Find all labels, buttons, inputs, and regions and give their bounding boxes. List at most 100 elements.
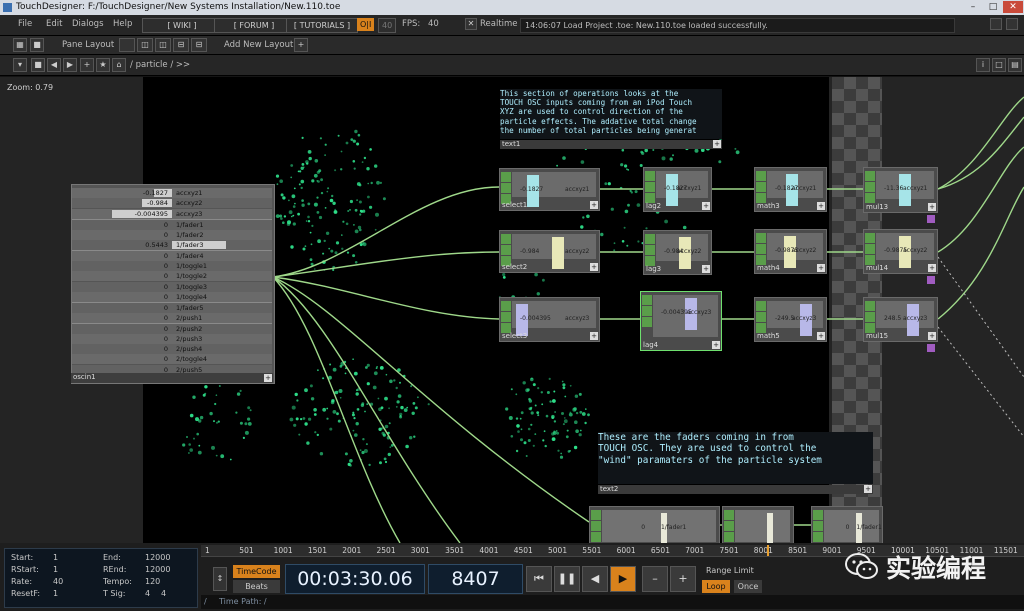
node-add-icon[interactable]: + <box>590 201 598 209</box>
output-connector-icon[interactable] <box>927 215 935 223</box>
node-flag-icon[interactable] <box>813 510 823 520</box>
lock-flag-icon[interactable] <box>865 312 875 322</box>
menu-arrow-icon[interactable]: ▾ <box>13 58 27 72</box>
forward-icon[interactable]: ▶ <box>63 58 77 72</box>
forum-button[interactable]: [ FORUM ] <box>214 18 294 33</box>
lock-flag-icon[interactable] <box>501 312 511 322</box>
rstart-value[interactable]: 1 <box>53 565 58 574</box>
home-icon[interactable]: ⌂ <box>112 58 126 72</box>
layout-4-icon[interactable]: ⊟ <box>173 38 189 52</box>
network-editor[interactable]: Zoom: 0.79 -0.1827 accxyz1 -0.984 accxyz2 -0… <box>0 77 1024 543</box>
menu-edit[interactable]: Edit <box>46 19 62 29</box>
close-icon[interactable]: ✕ <box>1003 1 1023 13</box>
bypass-flag-icon[interactable] <box>501 234 511 244</box>
layout-5-icon[interactable]: ⊟ <box>191 38 207 52</box>
operator-node-lag2[interactable]: -0.1827 accxyz1 lag2 + <box>643 167 712 212</box>
menu-dialogs[interactable]: Dialogs <box>72 19 104 29</box>
fps-toggle-button[interactable]: 40 <box>378 18 397 33</box>
view-icon[interactable]: ▤ <box>1008 58 1022 72</box>
beats-button[interactable]: Beats <box>233 580 280 593</box>
node-add-icon[interactable]: + <box>712 341 720 349</box>
lock-flag-icon[interactable] <box>501 245 511 255</box>
node-add-icon[interactable]: + <box>928 203 936 211</box>
bypass-flag-icon[interactable] <box>756 233 766 243</box>
text1-add-icon[interactable]: + <box>713 140 721 148</box>
increase-icon[interactable]: + <box>670 566 696 592</box>
oscin-add-icon[interactable]: + <box>264 374 272 382</box>
operator-node-mul14[interactable]: -0.9875 accxyz2 mul14 + <box>863 229 938 274</box>
bypass-flag-icon[interactable] <box>865 171 875 181</box>
realtime-checkbox[interactable]: ✕ <box>465 18 477 30</box>
window-max-icon[interactable] <box>1006 18 1018 30</box>
output-connector-icon[interactable] <box>927 344 935 352</box>
node-flag-icon[interactable] <box>813 521 823 531</box>
add-icon[interactable]: + <box>80 58 94 72</box>
decrease-icon[interactable]: – <box>642 566 668 592</box>
loop-button[interactable]: Loop <box>702 580 730 593</box>
timecode-button[interactable]: TimeCode <box>233 565 280 578</box>
fader-node[interactable]: 0 1/fader1 <box>811 506 883 543</box>
back-icon[interactable]: ◀ <box>47 58 61 72</box>
timecode-display[interactable]: 00:03:30.06 <box>285 564 425 594</box>
network-path[interactable]: / particle / >> <box>130 60 190 70</box>
layout-2-icon[interactable]: ◫ <box>137 38 153 52</box>
bypass-flag-icon[interactable] <box>756 301 766 311</box>
node-flag-icon[interactable] <box>724 510 734 520</box>
step-back-icon[interactable]: ◀ <box>582 566 608 592</box>
operator-node-lag3[interactable]: -0.984 accxyz2 lag3 + <box>643 230 712 275</box>
viewer-flag-icon[interactable] <box>642 317 652 327</box>
operator-node-select1[interactable]: -0.1827 accxyz1 select1 + <box>499 168 600 211</box>
bypass-flag-icon[interactable] <box>501 172 511 182</box>
lock-flag-icon[interactable] <box>756 244 766 254</box>
bypass-flag-icon[interactable] <box>642 295 652 305</box>
node-flag-icon[interactable] <box>591 521 601 531</box>
minimize-icon[interactable]: – <box>963 1 983 13</box>
rend-value[interactable]: 12000 <box>145 565 170 574</box>
time-path-bar[interactable]: Time Path: / <box>201 595 1024 609</box>
end-value[interactable]: 12000 <box>145 553 170 562</box>
layout-3-icon[interactable]: ◫ <box>155 38 171 52</box>
resetf-value[interactable]: 1 <box>53 589 58 598</box>
tsig-a-value[interactable]: 4 <box>145 589 150 598</box>
tsig-b-value[interactable]: 4 <box>161 589 166 598</box>
fader-node[interactable] <box>722 506 794 543</box>
lock-flag-icon[interactable] <box>645 245 655 255</box>
rewind-icon[interactable]: ⏮ <box>526 566 552 592</box>
time-options-icon[interactable]: ↕ <box>213 567 227 591</box>
rate-value[interactable]: 40 <box>53 577 63 586</box>
menu-file[interactable]: File <box>18 19 32 29</box>
lock-flag-icon[interactable] <box>645 182 655 192</box>
lock-flag-icon[interactable] <box>865 182 875 192</box>
layout-1-icon[interactable] <box>119 38 135 52</box>
node-add-icon[interactable]: + <box>928 332 936 340</box>
tutorials-button[interactable]: [ TUTORIALS ] <box>286 18 358 33</box>
wiki-button[interactable]: [ WIKI ] <box>142 18 222 33</box>
text2-add-icon[interactable]: + <box>864 485 872 493</box>
operator-node-math4[interactable]: -0.9875 accxyz2 math4 + <box>754 229 827 274</box>
bypass-flag-icon[interactable] <box>645 171 655 181</box>
playhead[interactable] <box>767 545 769 556</box>
info-icon[interactable]: i <box>976 58 990 72</box>
stop-icon[interactable]: ■ <box>31 58 45 72</box>
pause-icon[interactable]: ❚❚ <box>554 566 580 592</box>
node-add-icon[interactable]: + <box>817 264 825 272</box>
bypass-flag-icon[interactable] <box>501 301 511 311</box>
node-add-icon[interactable]: + <box>928 264 936 272</box>
node-flag-icon[interactable] <box>591 532 601 542</box>
maximize-icon[interactable]: □ <box>983 1 1003 13</box>
operator-node-select2[interactable]: -0.984 accxyz2 select2 + <box>499 230 600 273</box>
lock-flag-icon[interactable] <box>642 306 652 316</box>
operator-node-math3[interactable]: -0.1827 accxyz1 math3 + <box>754 167 827 212</box>
fader-node[interactable]: 0 1/fader1 <box>589 506 720 543</box>
operator-node-select3[interactable]: -0.004395 accxyz3 select3 + <box>499 297 600 342</box>
operator-node-mul15[interactable]: 248.5 accxyz3 mul15 + <box>863 297 938 342</box>
node-add-icon[interactable]: + <box>702 202 710 210</box>
bypass-flag-icon[interactable] <box>756 171 766 181</box>
tempo-value[interactable]: 120 <box>145 577 160 586</box>
add-layout-button[interactable]: + <box>294 38 308 52</box>
start-value[interactable]: 1 <box>53 553 58 562</box>
bypass-flag-icon[interactable] <box>645 234 655 244</box>
node-add-icon[interactable]: + <box>817 202 825 210</box>
oi-button[interactable]: O|I <box>357 18 375 31</box>
window-min-icon[interactable] <box>990 18 1002 30</box>
